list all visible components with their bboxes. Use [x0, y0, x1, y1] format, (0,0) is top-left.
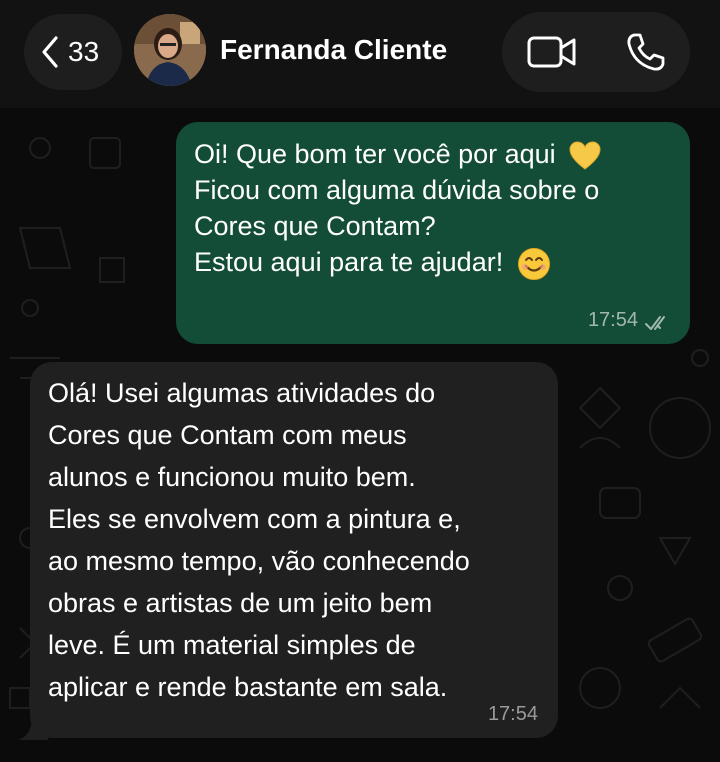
message-line: ao mesmo tempo, vão conhecendo — [48, 546, 470, 576]
back-button[interactable]: 33 — [24, 14, 122, 90]
incoming-message-bubble[interactable]: Olá! Usei algumas atividades do Cores qu… — [30, 362, 558, 738]
message-timestamp: 17:54 — [587, 309, 638, 331]
contact-name[interactable]: Fernanda Cliente — [220, 34, 447, 66]
incoming-message-text: Olá! Usei algumas atividades do Cores qu… — [48, 372, 548, 708]
bubble-tail — [18, 716, 48, 740]
message-line: Cores que Contam? — [194, 211, 436, 241]
outgoing-message-bubble[interactable]: Oi! Que bom ter você por aqui Ficou com … — [176, 122, 690, 344]
message-line: Cores que Contam com meus — [48, 420, 407, 450]
chat-area[interactable]: Oi! Que bom ter você por aqui Ficou com … — [0, 108, 720, 762]
outgoing-message-text: Oi! Que bom ter você por aqui Ficou com … — [194, 136, 684, 281]
message-line: aplicar e rende bastante em sala. — [48, 672, 448, 702]
message-line: Eles se envolvem com a pintura e, — [48, 504, 461, 534]
message-line: Oi! Que bom ter você por aqui — [194, 136, 684, 172]
unread-count: 33 — [68, 36, 100, 67]
yellow-heart-icon — [569, 141, 601, 170]
message-line: leve. É um material simples de — [48, 630, 416, 660]
message-line: Estou aqui para te ajudar! — [194, 244, 684, 281]
video-call-icon[interactable] — [526, 32, 578, 72]
message-line: obras e artistas de um jeito bem — [48, 588, 433, 618]
avatar-image — [134, 14, 206, 86]
message-line: alunos e funcionou muito bem. — [48, 462, 416, 492]
message-timestamp: 17:54 — [487, 703, 538, 725]
contact-avatar[interactable] — [134, 14, 206, 86]
chat-header: 33 Fernanda Cliente — [0, 0, 720, 108]
call-actions — [502, 12, 690, 92]
message-line: Olá! Usei algumas atividades do — [48, 378, 436, 408]
smiling-face-icon — [517, 247, 550, 280]
chevron-left-icon — [42, 36, 58, 68]
voice-call-icon[interactable] — [624, 30, 668, 74]
message-line: Ficou com alguma dúvida sobre o — [194, 175, 600, 205]
read-receipt-icon — [645, 316, 665, 330]
